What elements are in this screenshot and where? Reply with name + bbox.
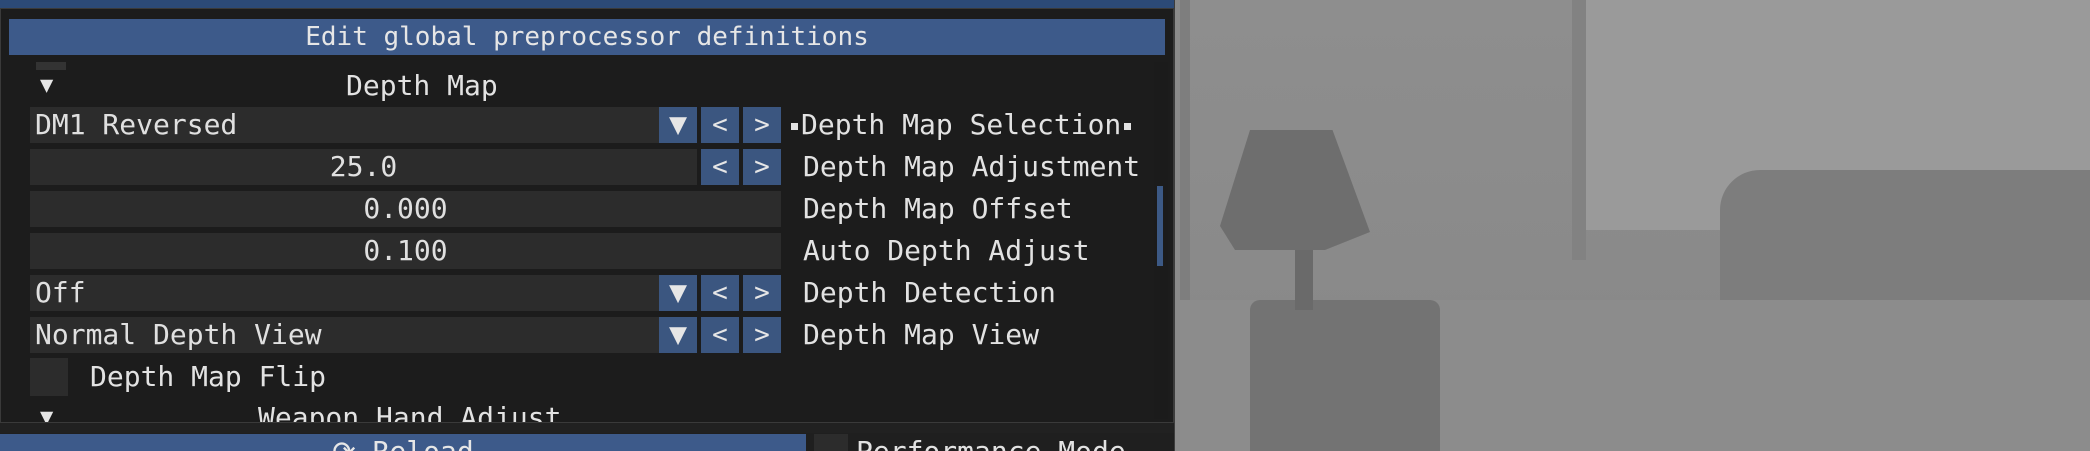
marker-icon	[1124, 122, 1132, 130]
popup-content: ▼ Depth Map DM1 Reversed ▼ < > Depth Map…	[30, 62, 1150, 422]
param-row-depth-map-selection: DM1 Reversed ▼ < > Depth Map Selection	[30, 107, 1150, 143]
depth-map-selection-label: Depth Map Selection	[801, 108, 1122, 141]
marker-icon	[791, 122, 798, 130]
prev-button[interactable]: <	[701, 317, 739, 353]
depth-map-offset-slider[interactable]: 0.000	[30, 191, 781, 227]
section-title[interactable]: Weapon Hand Adjust	[258, 400, 561, 422]
param-row-depth-map-adjustment: 25.0 < > Depth Map Adjustment	[30, 149, 1150, 185]
param-label: Depth Map Selection	[788, 107, 1134, 143]
depth-map-view-label: Depth Map View	[803, 318, 1040, 351]
popup-title: Edit global preprocessor definitions	[9, 19, 1165, 55]
scene-nightstand	[1250, 300, 1440, 451]
param-row-auto-depth-adjust: 0.100 Auto Depth Adjust	[30, 233, 1150, 269]
performance-mode-checkbox[interactable]	[814, 434, 848, 451]
reshade-overlay: Edit global preprocessor definitions ▼ D…	[0, 0, 1175, 451]
performance-mode-label[interactable]: Performance Mode	[856, 434, 1156, 451]
prev-button[interactable]: <	[701, 275, 739, 311]
depth-detection-label: Depth Detection	[803, 276, 1056, 309]
next-button[interactable]: >	[743, 275, 781, 311]
scrollbar-thumb[interactable]	[1157, 186, 1163, 266]
depth-map-adjustment-slider[interactable]: 25.0	[30, 149, 697, 185]
collapse-arrow-icon[interactable]: ▼	[40, 400, 53, 422]
param-row-depth-map-view: Normal Depth View ▼ < > Depth Map View	[30, 317, 1150, 353]
param-row-depth-map-offset: 0.000 Depth Map Offset	[30, 191, 1150, 227]
dropdown-arrow-icon[interactable]: ▼	[659, 275, 697, 311]
scene-bed	[1720, 170, 2090, 300]
next-button[interactable]: >	[743, 149, 781, 185]
refresh-icon: ⟳	[332, 435, 355, 451]
depth-map-adjustment-label: Depth Map Adjustment	[803, 150, 1141, 183]
prev-button[interactable]: <	[701, 107, 739, 143]
depth-map-selection-combo[interactable]: DM1 Reversed	[30, 107, 687, 143]
reload-button[interactable]: ⟳ Reload	[0, 434, 806, 451]
overlay-topbar	[0, 0, 1174, 8]
prev-button[interactable]: <	[701, 149, 739, 185]
scene-door	[1572, 0, 1586, 260]
param-row-depth-detection: Off ▼ < > Depth Detection	[30, 275, 1150, 311]
auto-depth-adjust-label: Auto Depth Adjust	[803, 234, 1090, 267]
next-button[interactable]: >	[743, 317, 781, 353]
scene-lamp-base	[1295, 250, 1313, 310]
reload-label: Reload	[373, 435, 474, 451]
section-weapon-hand-adjust[interactable]: ▼ Weapon Hand Adjust	[30, 400, 1150, 422]
depth-map-flip-label[interactable]: Depth Map Flip	[90, 359, 326, 395]
depth-map-view	[1180, 0, 2090, 451]
scene-lamp-shade	[1220, 130, 1370, 250]
param-row-depth-map-flip: Depth Map Flip	[30, 358, 1150, 396]
depth-map-flip-checkbox[interactable]	[30, 358, 68, 396]
section-title[interactable]: Depth Map	[346, 68, 498, 104]
dropdown-arrow-icon[interactable]: ▼	[659, 317, 697, 353]
next-button[interactable]: >	[743, 107, 781, 143]
depth-detection-combo[interactable]: Off	[30, 275, 687, 311]
collapse-arrow-icon[interactable]: ▼	[40, 68, 53, 104]
dropdown-arrow-icon[interactable]: ▼	[659, 107, 697, 143]
section-depth-map[interactable]: ▼ Depth Map	[30, 68, 1150, 104]
auto-depth-adjust-slider[interactable]: 0.100	[30, 233, 781, 269]
depth-map-offset-label: Depth Map Offset	[803, 192, 1073, 225]
depth-map-view-combo[interactable]: Normal Depth View	[30, 317, 687, 353]
